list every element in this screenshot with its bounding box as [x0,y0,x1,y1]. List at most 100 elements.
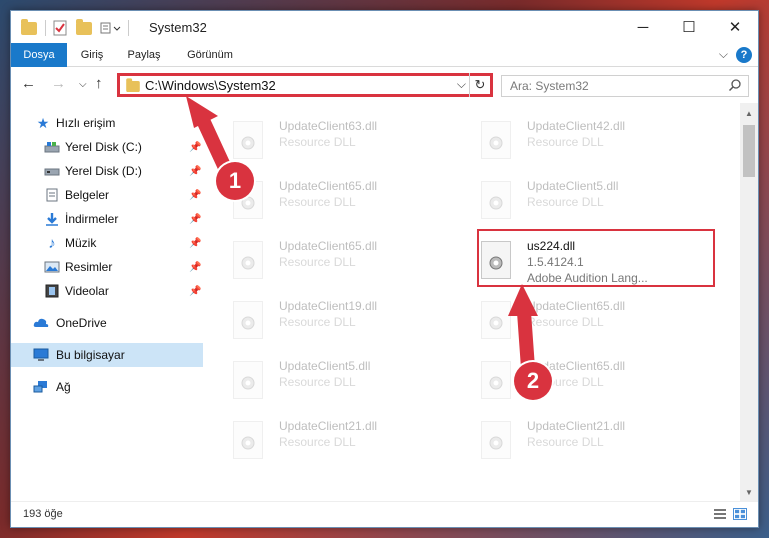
sidebar-item-local-disk-c[interactable]: Yerel Disk (C:) 📌 [11,135,203,159]
dll-file-icon [481,121,511,159]
scroll-down-icon[interactable]: ▼ [745,488,753,497]
file-description: Resource DLL [279,255,356,269]
documents-icon [46,188,58,202]
ribbon-tabs: Dosya Giriş Paylaş Görünüm ⌵ ? [11,43,758,67]
file-name: UpdateClient21.dll [527,419,626,433]
expand-ribbon-icon[interactable]: ⌵ [719,47,728,62]
pin-icon[interactable]: 📌 [189,214,201,225]
pin-icon[interactable]: 📌 [189,166,201,177]
file-name: UpdateClient63.dll [279,119,378,133]
recent-locations-icon[interactable]: ⌵ [79,79,87,90]
customize-toolbar-icon[interactable] [100,21,122,35]
minimize-button[interactable]: ─ [620,11,666,43]
vertical-scrollbar[interactable]: ▲ ▼ [740,103,758,503]
sidebar-item-documents[interactable]: Belgeler 📌 [11,183,203,207]
file-highlight-box [477,229,715,287]
pin-icon[interactable]: 📌 [189,238,201,249]
pictures-icon [44,261,60,273]
navigation-bar: ← → ⌵ ↑ C:\Windows\System32 ⌵ ↻ Ara: Sys… [11,67,758,103]
properties-icon[interactable] [53,20,67,36]
sidebar-item-local-disk-d[interactable]: Yerel Disk (D:) 📌 [11,159,203,183]
file-explorer-window: System32 ─ ☐ ✕ Dosya Giriş Paylaş Görünü… [10,10,759,528]
sidebar-item-this-pc[interactable]: Bu bilgisayar [11,343,203,367]
file-description: Resource DLL [527,435,604,449]
file-list: UpdateClient63.dll Resource DLL UpdateCl… [207,103,741,503]
new-folder-icon[interactable] [76,18,92,35]
file-item[interactable]: UpdateClient21.dll Resource DLL [207,411,437,463]
drive-icon [44,168,60,176]
file-item[interactable]: UpdateClient63.dll Resource DLL [207,111,437,163]
file-description: Resource DLL [279,435,356,449]
large-icons-view-icon[interactable] [733,508,747,520]
gear-icon [241,376,255,390]
file-item[interactable]: UpdateClient5.dll Resource DLL [455,171,685,223]
sidebar-item-label: Videolar [65,284,109,298]
address-path[interactable]: C:\Windows\System32 [145,78,276,93]
help-button[interactable]: ? [736,47,752,63]
file-name: UpdateClient65.dll [527,299,626,313]
sidebar-item-label: Yerel Disk (D:) [65,164,142,178]
downloads-icon [46,213,58,226]
maximize-button[interactable]: ☐ [666,11,712,43]
gear-icon [489,136,503,150]
sidebar-item-videos[interactable]: Videolar 📌 [11,279,203,303]
file-item[interactable]: UpdateClient65.dll Resource DLL [207,231,437,283]
file-item[interactable]: UpdateClient65.dll Resource DLL [455,291,685,343]
close-button[interactable]: ✕ [712,11,758,43]
status-bar: 193 öğe [11,501,758,527]
dll-file-icon [233,361,263,399]
file-name: UpdateClient42.dll [527,119,626,133]
file-item[interactable]: UpdateClient19.dll Resource DLL [207,291,437,343]
search-input[interactable]: Ara: System32 [501,75,749,97]
sidebar-item-downloads[interactable]: İndirmeler 📌 [11,207,203,231]
file-name: UpdateClient21.dll [279,419,378,433]
file-description: Resource DLL [279,315,356,329]
file-item[interactable]: UpdateClient42.dll Resource DLL [455,111,685,163]
file-name: UpdateClient5.dll [527,179,619,193]
dll-file-icon [233,121,263,159]
step-1-badge: 1 [216,162,254,200]
sidebar-item-pictures[interactable]: Resimler 📌 [11,255,203,279]
file-item[interactable]: UpdateClient5.dll Resource DLL [207,351,437,403]
sidebar-item-label: Bu bilgisayar [56,348,125,362]
sidebar-item-onedrive[interactable]: OneDrive [11,311,203,335]
star-icon: ★ [36,114,50,131]
sidebar-item-quick-access[interactable]: ★ Hızlı erişim [11,111,203,135]
tab-home[interactable]: Giriş [71,43,113,67]
back-arrow-icon[interactable]: ← [21,75,36,92]
file-item[interactable]: UpdateClient21.dll Resource DLL [455,411,685,463]
sidebar-item-label: OneDrive [56,316,107,330]
file-name: UpdateClient65.dll [279,239,378,253]
search-placeholder: Ara: System32 [510,79,589,93]
pin-icon[interactable]: 📌 [189,142,201,153]
details-view-icon[interactable] [713,508,727,520]
pin-icon[interactable]: 📌 [189,190,201,201]
scroll-thumb[interactable] [743,125,755,177]
forward-arrow-icon[interactable]: → [51,75,66,92]
sidebar-item-music[interactable]: ♪ Müzik 📌 [11,231,203,255]
chevron-down-icon[interactable]: ⌵ [457,77,466,92]
pin-icon[interactable]: 📌 [189,262,201,273]
dll-file-icon [481,421,511,459]
search-icon[interactable] [728,78,742,92]
refresh-icon[interactable]: ↻ [469,73,490,97]
sidebar-item-label: Hızlı erişim [56,116,116,130]
pin-icon[interactable]: 📌 [189,286,201,297]
file-item[interactable]: UpdateClient65.dll Resource DLL [455,351,685,403]
gear-icon [241,256,255,270]
folder-icon [126,78,140,93]
navigation-pane: ★ Hızlı erişim Yerel Disk (C:) 📌 Yerel D… [11,103,207,503]
sidebar-item-network[interactable]: Ağ [11,375,203,399]
gear-icon [489,376,503,390]
scroll-up-icon[interactable]: ▲ [745,109,753,118]
folder-icon[interactable] [21,18,37,35]
dll-file-icon [481,181,511,219]
step-2-badge: 2 [514,362,552,400]
dll-file-icon [481,301,511,339]
tab-share[interactable]: Paylaş [119,43,169,67]
quick-access-toolbar [21,18,129,37]
up-arrow-icon[interactable]: ↑ [95,75,103,92]
tab-view[interactable]: Görünüm [179,43,241,67]
tab-file[interactable]: Dosya [11,43,67,67]
address-bar[interactable]: C:\Windows\System32 ⌵ ↻ [117,73,493,97]
